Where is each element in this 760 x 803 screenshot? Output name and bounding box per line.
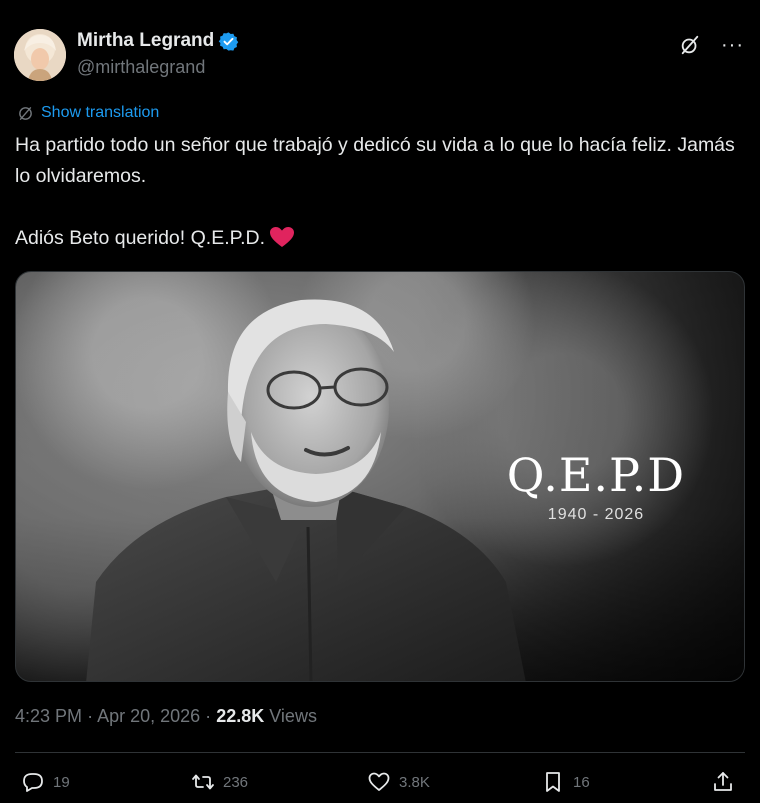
- views-count: 22.8K: [216, 706, 265, 726]
- more-horizontal-icon[interactable]: ···: [721, 35, 744, 55]
- bookmark-count: 16: [573, 773, 590, 791]
- like-button[interactable]: 3.8K: [367, 770, 430, 794]
- repost-count: 236: [223, 773, 249, 791]
- grok-slash-icon[interactable]: [679, 34, 701, 56]
- translate-globe-icon: [19, 106, 32, 120]
- tweet-text-line-2: Adiós Beto querido! Q.E.P.D.: [15, 227, 266, 249]
- bookmark-icon: [546, 772, 560, 792]
- tweet: Mirtha Legrand @mirthalegrand ··· Show t…: [0, 0, 760, 803]
- tweet-action-bar: 19 236 3.8K 16: [15, 770, 745, 800]
- verified-badge-icon[interactable]: [218, 31, 239, 52]
- divider: [15, 752, 745, 753]
- avatar-image: [14, 29, 66, 81]
- bookmark-button[interactable]: 16: [541, 770, 590, 794]
- share-button[interactable]: [711, 770, 735, 794]
- portrait-illustration: [86, 299, 526, 681]
- reply-icon: [23, 773, 43, 792]
- repost-icon: [192, 774, 214, 790]
- tweet-top-actions: ···: [679, 34, 744, 56]
- reply-button[interactable]: 19: [21, 770, 70, 794]
- tweet-date[interactable]: Apr 20, 2026: [97, 706, 200, 726]
- heart-icon: [368, 772, 390, 791]
- show-translation-row[interactable]: Show translation: [17, 104, 159, 122]
- red-heart-emoji-icon: [269, 226, 295, 248]
- media-overlay-title: Q.E.P.D: [506, 448, 686, 502]
- author-handle[interactable]: @mirthalegrand: [77, 57, 205, 78]
- author-display-name[interactable]: Mirtha Legrand: [77, 30, 214, 52]
- tweet-time[interactable]: 4:23 PM: [15, 706, 82, 726]
- repost-button[interactable]: 236: [191, 770, 248, 794]
- tweet-text-paragraph-1: Ha partido todo un señor que trabajó y d…: [15, 134, 735, 187]
- meta-separator: ·: [205, 706, 212, 726]
- show-translation-link[interactable]: Show translation: [41, 104, 159, 122]
- tweet-media-image[interactable]: Q.E.P.D 1940 - 2026: [15, 271, 745, 682]
- tweet-meta: 4:23 PM · Apr 20, 2026 · 22.8K Views: [15, 706, 317, 727]
- views-label: Views: [269, 706, 317, 726]
- tweet-text: Ha partido todo un señor que trabajó y d…: [15, 130, 745, 254]
- reply-count: 19: [53, 773, 70, 791]
- share-icon: [714, 772, 732, 791]
- tweet-text-paragraph-2: Adiós Beto querido! Q.E.P.D.: [15, 223, 745, 254]
- meta-separator: ·: [87, 706, 94, 726]
- author-name-row: Mirtha Legrand: [77, 30, 239, 52]
- like-count: 3.8K: [399, 773, 430, 791]
- media-overlay-years: 1940 - 2026: [547, 506, 645, 523]
- avatar[interactable]: [14, 29, 66, 81]
